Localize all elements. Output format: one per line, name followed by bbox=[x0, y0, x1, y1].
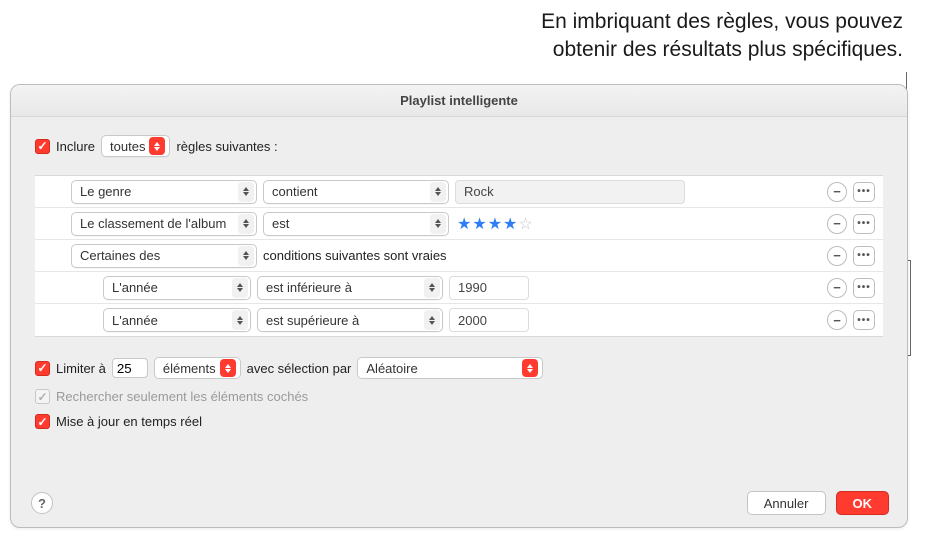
rule-field-select[interactable]: Le genre bbox=[71, 180, 257, 204]
stepper-arrows-icon bbox=[220, 359, 236, 377]
remove-rule-button[interactable]: − bbox=[827, 278, 847, 298]
rule-field-select[interactable]: L'année bbox=[103, 276, 251, 300]
include-mode-label: toutes bbox=[110, 139, 145, 154]
rule-field-label: Le classement de l'album bbox=[80, 216, 226, 231]
rule-field-label: L'année bbox=[112, 313, 158, 328]
rule-options-button[interactable]: ••• bbox=[853, 246, 875, 266]
rule-group-suffix: conditions suivantes sont vraies bbox=[263, 248, 447, 263]
only-checked-checkbox bbox=[35, 389, 50, 404]
remove-rule-button[interactable]: − bbox=[827, 246, 847, 266]
footer-buttons: Annuler OK bbox=[747, 491, 889, 515]
stepper-arrows-icon bbox=[424, 278, 440, 298]
remove-rule-button[interactable]: − bbox=[827, 214, 847, 234]
rule-op-label: est supérieure à bbox=[266, 313, 359, 328]
annotation-caption: En imbriquant des règles, vous pouvez ob… bbox=[541, 8, 903, 65]
rule-row: Le classement de l'album est ★ ★ ★ ★ ☆ −… bbox=[35, 208, 883, 240]
stepper-arrows-icon bbox=[522, 359, 538, 377]
include-prefix: Inclure bbox=[56, 139, 95, 154]
caption-line1: En imbriquant des règles, vous pouvez bbox=[541, 8, 903, 36]
limit-row: Limiter à éléments avec sélection par Al… bbox=[35, 357, 883, 379]
limit-by-select[interactable]: Aléatoire bbox=[357, 357, 543, 379]
rule-op-select[interactable]: contient bbox=[263, 180, 449, 204]
rule-actions: − ••• bbox=[827, 278, 875, 298]
rule-group-select[interactable]: Certaines des bbox=[71, 244, 257, 268]
rule-actions: − ••• bbox=[827, 182, 875, 202]
dialog-footer: ? Annuler OK bbox=[31, 491, 889, 515]
rule-value-input[interactable]: 2000 bbox=[449, 308, 529, 332]
rule-row: Le genre contient Rock − ••• bbox=[35, 176, 883, 208]
live-update-label: Mise à jour en temps réel bbox=[56, 414, 202, 429]
include-row: Inclure toutes règles suivantes : bbox=[35, 135, 883, 157]
rule-value-text: 2000 bbox=[458, 313, 487, 328]
stepper-arrows-icon bbox=[232, 278, 248, 298]
cancel-button[interactable]: Annuler bbox=[747, 491, 826, 515]
stepper-arrows-icon bbox=[238, 246, 254, 266]
rule-options-button[interactable]: ••• bbox=[853, 310, 875, 330]
star-icon: ★ bbox=[503, 214, 517, 234]
stepper-arrows-icon bbox=[238, 214, 254, 234]
stepper-arrows-icon bbox=[238, 182, 254, 202]
limit-by-value: Aléatoire bbox=[366, 361, 417, 376]
only-checked-label: Rechercher seulement les éléments cochés bbox=[56, 389, 308, 404]
rule-value-input[interactable]: 1990 bbox=[449, 276, 529, 300]
rule-op-select[interactable]: est bbox=[263, 212, 449, 236]
include-mode-select[interactable]: toutes bbox=[101, 135, 170, 157]
rule-value-text: Rock bbox=[464, 184, 494, 199]
rule-field-label: Le genre bbox=[80, 184, 131, 199]
rule-row-nested: L'année est supérieure à 2000 − ••• bbox=[35, 304, 883, 336]
only-checked-row: Rechercher seulement les éléments cochés bbox=[35, 389, 883, 404]
rating-stars[interactable]: ★ ★ ★ ★ ☆ bbox=[457, 214, 533, 234]
stepper-arrows-icon bbox=[430, 182, 446, 202]
rule-group-label: Certaines des bbox=[80, 248, 160, 263]
remove-rule-button[interactable]: − bbox=[827, 310, 847, 330]
star-icon: ★ bbox=[488, 214, 502, 234]
caption-line2: obtenir des résultats plus spécifiques. bbox=[541, 36, 903, 64]
help-button[interactable]: ? bbox=[31, 492, 53, 514]
limit-checkbox[interactable] bbox=[35, 361, 50, 376]
lower-options: Limiter à éléments avec sélection par Al… bbox=[35, 357, 883, 429]
rule-value-text: 1990 bbox=[458, 280, 487, 295]
limit-by-label: avec sélection par bbox=[247, 361, 352, 376]
rule-options-button[interactable]: ••• bbox=[853, 278, 875, 298]
rule-value-input[interactable]: Rock bbox=[455, 180, 685, 204]
rule-op-label: est inférieure à bbox=[266, 280, 352, 295]
rule-options-button[interactable]: ••• bbox=[853, 214, 875, 234]
stepper-arrows-icon bbox=[232, 310, 248, 330]
star-icon: ★ bbox=[472, 214, 486, 234]
rule-op-select[interactable]: est supérieure à bbox=[257, 308, 443, 332]
rules-container: Le genre contient Rock − ••• Le cl bbox=[35, 175, 883, 337]
stepper-arrows-icon bbox=[424, 310, 440, 330]
rule-op-label: contient bbox=[272, 184, 318, 199]
remove-rule-button[interactable]: − bbox=[827, 182, 847, 202]
smart-playlist-dialog: Playlist intelligente Inclure toutes règ… bbox=[10, 84, 908, 528]
rule-field-label: L'année bbox=[112, 280, 158, 295]
rule-op-select[interactable]: est inférieure à bbox=[257, 276, 443, 300]
rule-field-select[interactable]: Le classement de l'album bbox=[71, 212, 257, 236]
live-update-checkbox[interactable] bbox=[35, 414, 50, 429]
rule-group-row: Certaines des conditions suivantes sont … bbox=[35, 240, 883, 272]
limit-unit-label: éléments bbox=[163, 361, 216, 376]
stepper-arrows-icon bbox=[430, 214, 446, 234]
limit-count-input[interactable] bbox=[112, 358, 148, 378]
rule-options-button[interactable]: ••• bbox=[853, 182, 875, 202]
rule-op-label: est bbox=[272, 216, 289, 231]
live-update-row: Mise à jour en temps réel bbox=[35, 414, 883, 429]
include-checkbox[interactable] bbox=[35, 139, 50, 154]
limit-label: Limiter à bbox=[56, 361, 106, 376]
rule-actions: − ••• bbox=[827, 214, 875, 234]
include-suffix: règles suivantes : bbox=[176, 139, 277, 154]
dialog-title: Playlist intelligente bbox=[11, 85, 907, 117]
limit-unit-select[interactable]: éléments bbox=[154, 357, 241, 379]
dialog-content: Inclure toutes règles suivantes : Le gen… bbox=[11, 117, 907, 443]
star-outline-icon: ☆ bbox=[518, 214, 532, 234]
rule-actions: − ••• bbox=[827, 310, 875, 330]
rule-actions: − ••• bbox=[827, 246, 875, 266]
ok-button[interactable]: OK bbox=[836, 491, 890, 515]
rule-field-select[interactable]: L'année bbox=[103, 308, 251, 332]
stepper-arrows-icon bbox=[149, 137, 165, 155]
rule-row-nested: L'année est inférieure à 1990 − ••• bbox=[35, 272, 883, 304]
star-icon: ★ bbox=[457, 214, 471, 234]
